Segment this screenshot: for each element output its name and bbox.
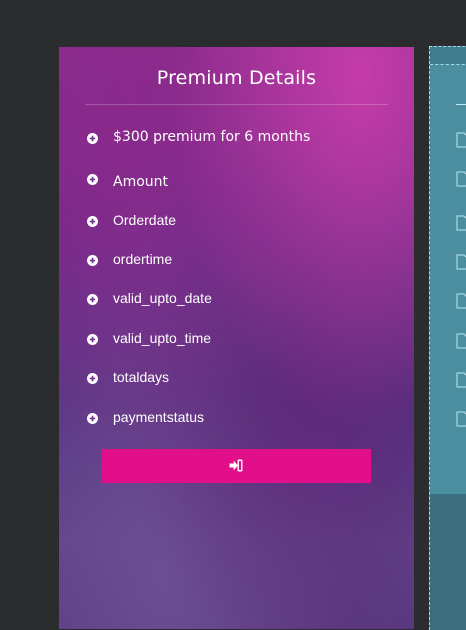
file-icon <box>456 171 466 187</box>
side-panel <box>429 46 466 630</box>
file-icon <box>456 411 466 427</box>
item-label: ordertime <box>113 251 173 267</box>
side-panel-content <box>430 64 466 495</box>
title-divider <box>85 104 388 105</box>
sign-in-button[interactable] <box>102 449 371 483</box>
panel-divider <box>456 104 466 105</box>
item-label: paymentstatus <box>113 409 205 425</box>
card-title: Premium Details <box>156 67 317 89</box>
item-label: $300 premium for 6 months <box>113 129 311 145</box>
file-icon <box>456 132 466 148</box>
plus-circle-icon <box>87 413 98 424</box>
plus-circle-icon <box>87 216 98 227</box>
plus-circle-icon <box>87 334 98 345</box>
item-label: Amount <box>113 174 169 190</box>
premium-details-card: Premium Details $300 premium for 6 month… <box>59 47 414 629</box>
file-icon <box>456 215 466 231</box>
file-icon <box>456 333 466 349</box>
file-icon <box>456 293 466 309</box>
plus-circle-icon <box>87 133 98 144</box>
file-icon <box>456 254 466 270</box>
item-label: valid_upto_date <box>113 290 212 306</box>
plus-circle-icon <box>87 255 98 266</box>
side-panel-footer <box>430 494 466 630</box>
plus-circle-icon <box>87 174 98 185</box>
plus-circle-icon <box>87 373 98 384</box>
item-label: totaldays <box>113 369 170 385</box>
plus-circle-icon <box>87 294 98 305</box>
item-label: valid_upto_time <box>113 330 212 346</box>
item-label: Orderdate <box>113 212 177 228</box>
file-icon <box>456 372 466 388</box>
sign-in-icon <box>229 459 243 472</box>
